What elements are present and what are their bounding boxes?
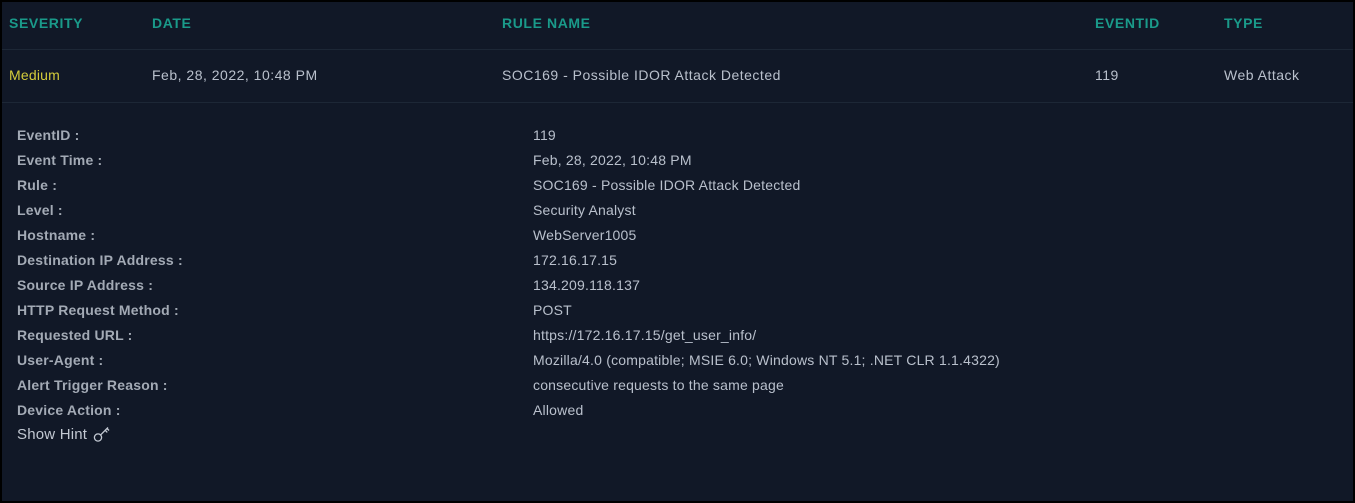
alert-panel: SEVERITY DATE RULE NAME EVENTID TYPE Med…	[2, 2, 1353, 501]
detail-label: Alert Trigger Reason :	[17, 377, 168, 393]
detail-label: Rule :	[17, 177, 58, 193]
detail-row-requested-url: Requested URL : https://172.16.17.15/get…	[2, 323, 1353, 348]
detail-value: Feb, 28, 2022, 10:48 PM	[533, 152, 692, 168]
detail-value: SOC169 - Possible IDOR Attack Detected	[533, 177, 801, 193]
detail-value: https://172.16.17.15/get_user_info/	[533, 327, 757, 343]
detail-value: WebServer1005	[533, 227, 637, 243]
detail-row-http-method: HTTP Request Method : POST	[2, 298, 1353, 323]
show-hint-label: Show Hint	[17, 425, 88, 443]
header-severity[interactable]: SEVERITY	[9, 15, 83, 31]
alert-eventid: 119	[1095, 67, 1119, 83]
alert-type: Web Attack	[1224, 67, 1300, 83]
detail-value: 172.16.17.15	[533, 252, 618, 268]
detail-label: HTTP Request Method :	[17, 302, 179, 318]
detail-label: Source IP Address :	[17, 277, 154, 293]
detail-row-source-ip: Source IP Address : 134.209.118.137	[2, 273, 1353, 298]
detail-label: User-Agent :	[17, 352, 104, 368]
detail-row-destination-ip: Destination IP Address : 172.16.17.15	[2, 248, 1353, 273]
table-header: SEVERITY DATE RULE NAME EVENTID TYPE	[2, 2, 1353, 50]
detail-row-event-time: Event Time : Feb, 28, 2022, 10:48 PM	[2, 148, 1353, 173]
detail-row-user-agent: User-Agent : Mozilla/4.0 (compatible; MS…	[2, 348, 1353, 373]
detail-row-eventid: EventID : 119	[2, 123, 1353, 148]
detail-label: EventID :	[17, 127, 80, 143]
detail-row-hostname: Hostname : WebServer1005	[2, 223, 1353, 248]
detail-value: 119	[533, 127, 556, 143]
detail-label: Hostname :	[17, 227, 96, 243]
detail-value: POST	[533, 302, 572, 318]
header-rule-name[interactable]: RULE NAME	[502, 15, 591, 31]
severity-badge: Medium	[9, 67, 60, 83]
detail-value: Mozilla/4.0 (compatible; MSIE 6.0; Windo…	[533, 352, 1000, 368]
table-row[interactable]: Medium Feb, 28, 2022, 10:48 PM SOC169 - …	[2, 50, 1353, 103]
detail-value: consecutive requests to the same page	[533, 377, 784, 393]
detail-row-level: Level : Security Analyst	[2, 198, 1353, 223]
detail-label: Device Action :	[17, 402, 121, 418]
header-type[interactable]: TYPE	[1224, 15, 1263, 31]
key-icon	[93, 425, 111, 443]
show-hint-button[interactable]: Show Hint	[17, 425, 111, 443]
header-date[interactable]: DATE	[152, 15, 191, 31]
alert-date: Feb, 28, 2022, 10:48 PM	[152, 67, 318, 83]
alert-rule-name: SOC169 - Possible IDOR Attack Detected	[502, 67, 781, 83]
detail-value: Security Analyst	[533, 202, 636, 218]
detail-label: Event Time :	[17, 152, 103, 168]
alert-details: EventID : 119 Event Time : Feb, 28, 2022…	[2, 103, 1353, 501]
detail-value: 134.209.118.137	[533, 277, 641, 293]
detail-row-trigger-reason: Alert Trigger Reason : consecutive reque…	[2, 373, 1353, 398]
detail-row-rule: Rule : SOC169 - Possible IDOR Attack Det…	[2, 173, 1353, 198]
detail-row-device-action: Device Action : Allowed	[2, 398, 1353, 423]
detail-label: Level :	[17, 202, 63, 218]
detail-label: Requested URL :	[17, 327, 133, 343]
detail-value: Allowed	[533, 402, 584, 418]
detail-label: Destination IP Address :	[17, 252, 183, 268]
header-eventid[interactable]: EVENTID	[1095, 15, 1160, 31]
